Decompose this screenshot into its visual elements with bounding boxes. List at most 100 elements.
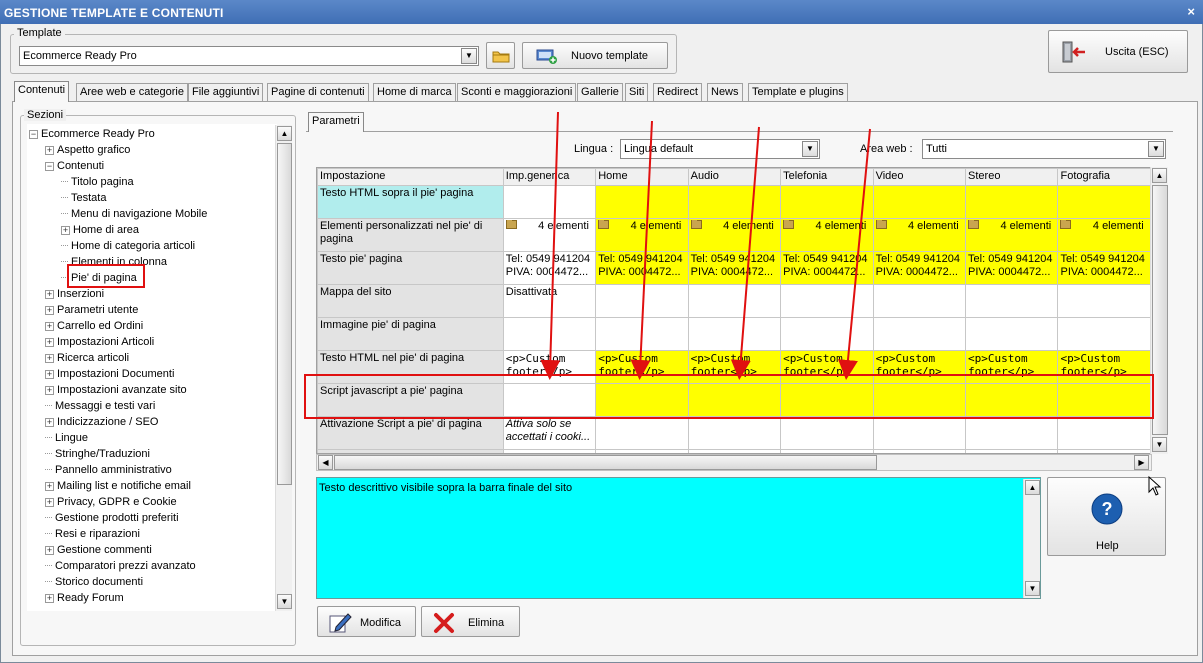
cell[interactable]: 4 elementi	[595, 218, 689, 252]
tree-node-commenti[interactable]: + Gestione commenti	[45, 542, 152, 558]
cell[interactable]	[872, 185, 967, 219]
table-row[interactable]: Testo HTML sopra il pie' pagina	[317, 185, 1151, 219]
col-header[interactable]: Impostazione	[317, 168, 504, 186]
cell[interactable]	[780, 416, 874, 450]
exit-button[interactable]: Uscita (ESC)	[1048, 30, 1188, 73]
tree-node-pie-di-pagina[interactable]: Pie' di pagina	[61, 270, 137, 286]
col-header[interactable]: Audio	[687, 168, 782, 186]
scroll-up-icon[interactable]: ▲	[1025, 480, 1040, 495]
tab-parametri[interactable]: Parametri	[308, 112, 364, 132]
cell[interactable]	[965, 317, 1059, 351]
scroll-down-icon[interactable]: ▼	[277, 594, 292, 609]
cell[interactable]: 4 elementi	[965, 218, 1059, 252]
cell[interactable]	[965, 185, 1059, 219]
tree-node-menu-mobile[interactable]: Menu di navigazione Mobile	[61, 206, 207, 222]
cell[interactable]	[872, 284, 967, 318]
cell-generic[interactable]	[502, 383, 597, 417]
cell[interactable]	[595, 317, 689, 351]
cell[interactable]	[687, 317, 782, 351]
tree-node-mailing[interactable]: + Mailing list e notifiche email	[45, 478, 191, 494]
cell[interactable]	[780, 317, 874, 351]
cell[interactable]	[1057, 284, 1151, 318]
cell[interactable]: <p>Custom footer</p>	[1057, 350, 1151, 384]
tree-node-seo[interactable]: + Indicizzazione / SEO	[45, 414, 159, 430]
tab-gallerie[interactable]: Gallerie	[577, 83, 623, 101]
scroll-left-icon[interactable]: ◀	[318, 455, 333, 470]
expand-icon[interactable]: +	[45, 354, 54, 363]
description-scrollbar[interactable]: ▲ ▼	[1023, 479, 1040, 598]
tree-node-impostazioni-avanzate[interactable]: + Impostazioni avanzate sito	[45, 382, 187, 398]
scroll-up-icon[interactable]: ▲	[1152, 168, 1167, 183]
cell[interactable]: <p>Custom footer</p>	[965, 350, 1059, 384]
expand-icon[interactable]: +	[45, 338, 54, 347]
cell[interactable]: Tel: 0549 941204 PIVA: 0004472...	[872, 251, 967, 285]
elimina-button[interactable]: Elimina	[421, 606, 520, 637]
cell[interactable]	[872, 317, 967, 351]
area-web-select[interactable]: Tutti ▼	[922, 139, 1166, 159]
col-header[interactable]: Fotografia	[1057, 168, 1151, 186]
tree-node-impostazioni-articoli[interactable]: + Impostazioni Articoli	[45, 334, 154, 350]
col-header[interactable]: Telefonia	[780, 168, 874, 186]
sections-tree[interactable]: − Ecommerce Ready Pro + Aspetto grafico − C…	[27, 124, 277, 611]
expand-icon[interactable]: +	[45, 482, 54, 491]
tree-node-storico[interactable]: Storico documenti	[45, 574, 143, 590]
cell-generic[interactable]: Disattivata	[502, 284, 597, 318]
expand-icon[interactable]: +	[45, 146, 54, 155]
tree-scrollbar[interactable]: ▲ ▼	[275, 125, 292, 611]
tree-node-messaggi[interactable]: Messaggi e testi vari	[45, 398, 155, 414]
row-name[interactable]: Mappa del sito	[317, 284, 504, 318]
tab-template-plugins[interactable]: Template e plugins	[748, 83, 848, 101]
tree-node-aspetto-grafico[interactable]: + Aspetto grafico	[45, 142, 130, 158]
cell[interactable]: 4 elementi	[780, 218, 874, 252]
cell[interactable]	[595, 416, 689, 450]
expand-icon[interactable]: +	[45, 322, 54, 331]
tree-node-pannello[interactable]: Pannello amministrativo	[45, 462, 172, 478]
cell-generic[interactable]: Attiva solo se accettati i cooki...	[502, 416, 597, 450]
scroll-up-icon[interactable]: ▲	[277, 126, 292, 141]
tree-node-resi[interactable]: Resi e riparazioni	[45, 526, 140, 542]
grid-vscrollbar[interactable]: ▲ ▼	[1150, 167, 1168, 454]
scroll-thumb[interactable]	[1152, 185, 1168, 435]
expand-icon[interactable]: +	[45, 594, 54, 603]
description-area[interactable]: Testo descrittivo visibile sopra la barr…	[316, 477, 1041, 599]
row-name[interactable]: Elementi personalizzati nel pie' di pagi…	[317, 218, 504, 252]
cell[interactable]	[1057, 185, 1151, 219]
scroll-down-icon[interactable]: ▼	[1025, 581, 1040, 596]
table-row[interactable]: Mappa del sito Disattivata	[317, 284, 1151, 318]
expand-icon[interactable]: +	[45, 386, 54, 395]
cell[interactable]	[780, 383, 874, 417]
table-row[interactable]: Testo HTML nel pie' di pagina <p>Custom …	[317, 350, 1151, 384]
row-name[interactable]: Immagine pie' di pagina	[317, 317, 504, 351]
chevron-down-icon[interactable]: ▼	[802, 141, 818, 157]
tree-node-parametri-utente[interactable]: + Parametri utente	[45, 302, 138, 318]
grid-hscrollbar[interactable]: ◀ ▶	[316, 454, 1152, 471]
open-folder-button[interactable]	[486, 42, 515, 69]
cell[interactable]: Tel: 0549 941204 PIVA: 0004472...	[780, 251, 874, 285]
cell[interactable]	[780, 185, 874, 219]
tree-node-privacy[interactable]: + Privacy, GDPR e Cookie	[45, 494, 177, 510]
table-row[interactable]: Attivazione Script a pie' di pagina Atti…	[317, 416, 1151, 450]
cell[interactable]: Tel: 0549 941204 PIVA: 0004472...	[965, 251, 1059, 285]
cell[interactable]: Tel: 0549 941204 PIVA: 0004472...	[1057, 251, 1151, 285]
cell[interactable]	[687, 416, 782, 450]
expand-icon[interactable]: +	[45, 306, 54, 315]
cell[interactable]	[1057, 416, 1151, 450]
cell[interactable]: Tel: 0549 941204 PIVA: 0004472...	[687, 251, 782, 285]
cell[interactable]: 4 elementi	[687, 218, 782, 252]
tab-siti[interactable]: Siti	[625, 83, 649, 101]
cell-generic[interactable]	[502, 317, 597, 351]
tree-node-testata[interactable]: Testata	[61, 190, 106, 206]
cell[interactable]	[1057, 317, 1151, 351]
tab-news[interactable]: News	[707, 83, 743, 101]
cell[interactable]	[872, 416, 967, 450]
row-name[interactable]: Testo HTML sopra il pie' pagina	[317, 185, 504, 219]
row-name[interactable]: Testo pie' pagina	[317, 251, 504, 285]
parameters-grid[interactable]: Impostazione Imp.generica Home Audio Tel…	[316, 167, 1152, 454]
tree-node-inserzioni[interactable]: + Inserzioni	[45, 286, 104, 302]
tree-node-comparatori[interactable]: Comparatori prezzi avanzato	[45, 558, 196, 574]
cell[interactable]: 4 elementi	[1057, 218, 1151, 252]
table-row[interactable]: Script javascript a pie' pagina	[317, 383, 1151, 417]
lingua-select[interactable]: Lingua default ▼	[620, 139, 820, 159]
scroll-thumb[interactable]	[334, 455, 877, 470]
tab-home-marca[interactable]: Home di marca	[373, 83, 456, 101]
